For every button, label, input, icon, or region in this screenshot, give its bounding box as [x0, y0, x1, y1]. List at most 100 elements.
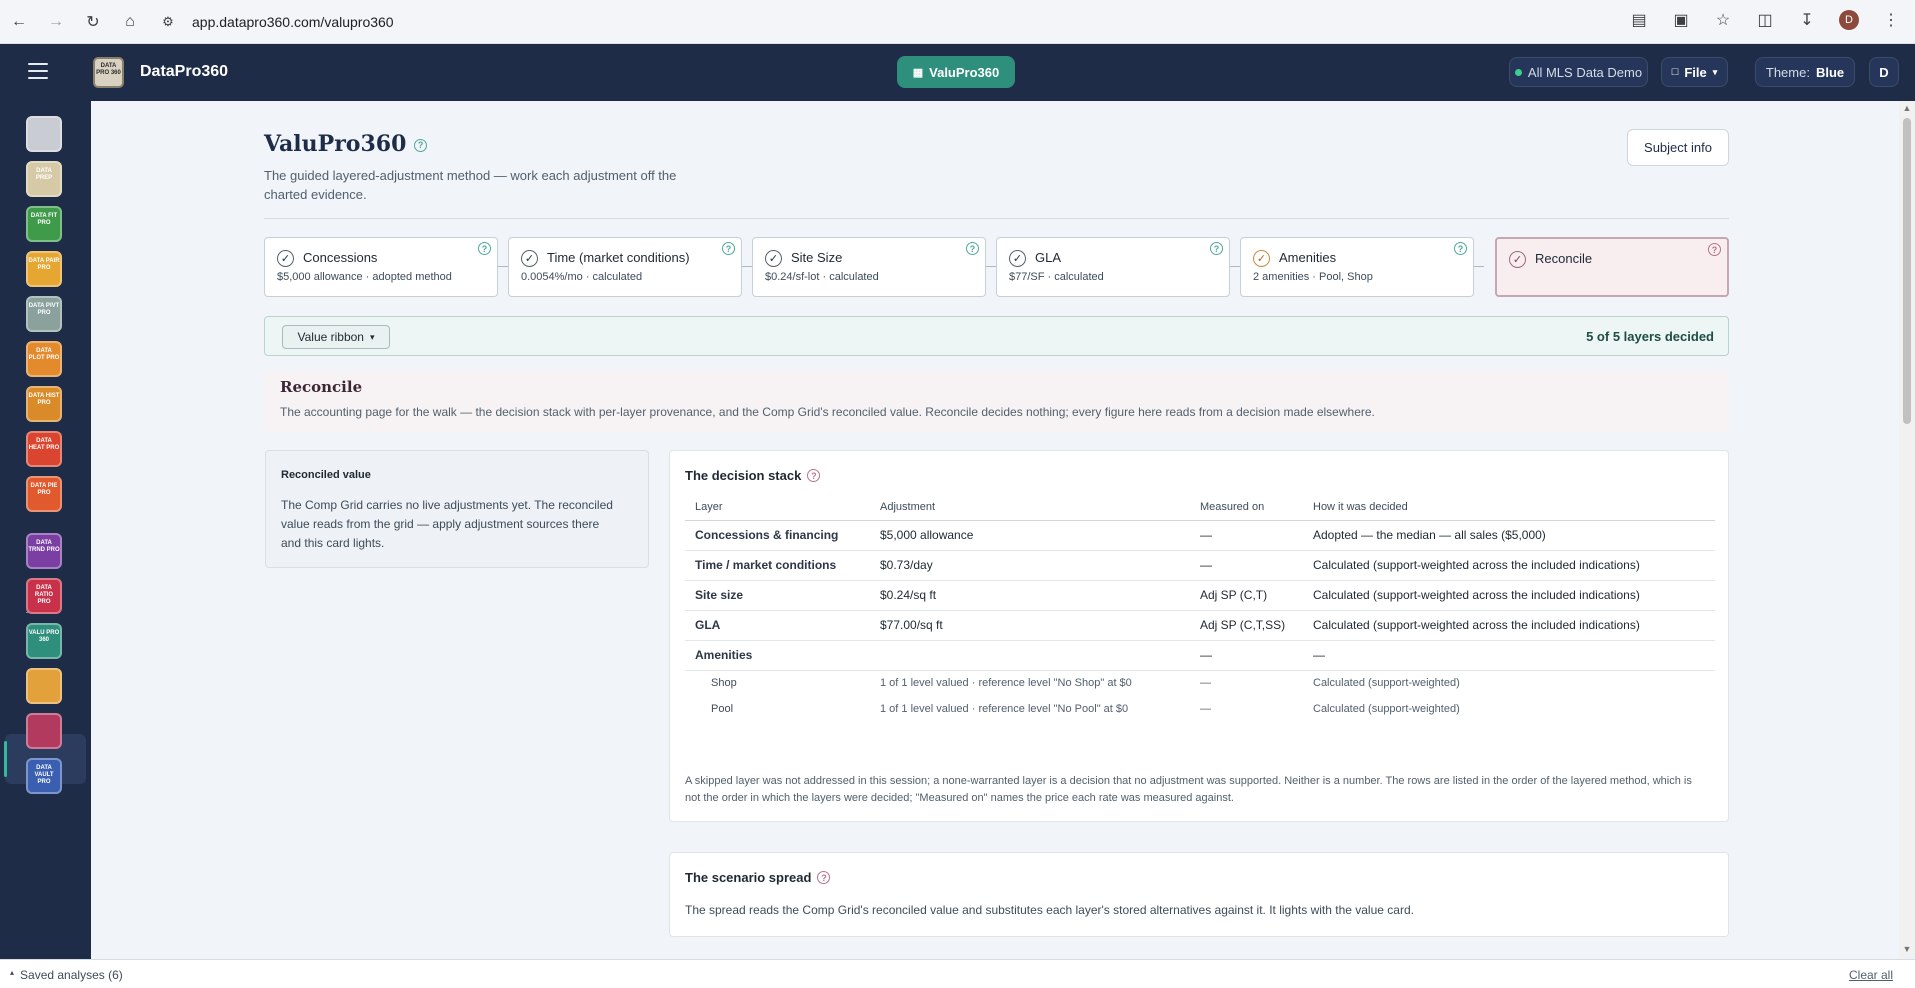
help-icon[interactable]: ?	[807, 469, 821, 482]
reconcile-header: Reconcile The accounting page for the wa…	[264, 371, 1729, 432]
rail-item-data-trnd-pro[interactable]: DATA TRND PRO	[26, 533, 62, 569]
step-title: Concessions	[303, 250, 378, 265]
help-icon[interactable]: ?	[817, 871, 831, 884]
extensions-icon[interactable]: ◫	[1755, 10, 1775, 30]
adjustment-cell: $5,000 allowance	[870, 520, 1190, 551]
layer-cell: Concessions & financing	[685, 520, 870, 551]
bookmark-star-icon[interactable]: ☆	[1713, 10, 1733, 30]
install-app-icon[interactable]: ▣	[1671, 10, 1691, 30]
browser-menu-icon[interactable]: ⋮	[1881, 10, 1901, 30]
reconciled-value-card: Reconciled value The Comp Grid carries n…	[265, 450, 649, 568]
check-icon: ✓	[765, 250, 782, 267]
value-ribbon-label: Value ribbon	[297, 330, 364, 344]
rail-item-data-pair-pro[interactable]: DATA PAIR PRO	[26, 251, 62, 287]
step-amenities[interactable]: ✓ Amenities 2 amenities · Pool, Shop ?	[1240, 237, 1474, 297]
download-icon[interactable]: ↧	[1797, 10, 1817, 30]
adjustment-cell: 1 of 1 level valued · reference level "N…	[880, 677, 1132, 690]
amenity-cell: Shop	[711, 677, 737, 690]
subject-info-button[interactable]: Subject info	[1627, 129, 1729, 166]
rail-item-data-plot-pro[interactable]: DATA PLOT PRO	[26, 341, 62, 377]
step-gla[interactable]: ✓ GLA $77/SF · calculated ?	[996, 237, 1230, 297]
measured-cell: —	[1200, 677, 1211, 690]
help-icon[interactable]: ?	[722, 242, 735, 255]
page-title-text: ValuPro360	[264, 131, 407, 157]
how-decided-cell: Adopted — the median — all sales ($5,000…	[1303, 520, 1715, 551]
url-text[interactable]: app.datapro360.com/valupro360	[192, 14, 394, 30]
browser-profile-avatar[interactable]: D	[1839, 10, 1859, 30]
help-icon[interactable]: ?	[1210, 242, 1223, 255]
rail-item-data-heat-pro[interactable]: DATA HEAT PRO	[26, 431, 62, 467]
clear-all-link[interactable]: Clear all	[1849, 968, 1893, 982]
step-site-size[interactable]: ✓ Site Size $0.24/sf-lot · calculated ?	[752, 237, 986, 297]
value-ribbon-button[interactable]: Value ribbon ▾	[282, 325, 390, 349]
scroll-up-arrow-icon[interactable]: ▲	[1902, 103, 1912, 113]
reconcile-title: Reconcile	[280, 378, 363, 396]
help-icon[interactable]: ?	[478, 242, 491, 255]
current-app-pill[interactable]: ▦ ValuPro360	[897, 56, 1015, 88]
layer-cell: Site size	[685, 580, 870, 611]
help-icon[interactable]: ?	[966, 242, 979, 255]
rail-item-data-prep[interactable]: DATA PREP	[26, 161, 62, 197]
rail-item-data-vault-pro[interactable]: DATA VAULT PRO	[26, 758, 62, 794]
rail-item-data-pivt-pro[interactable]: DATA PIVT PRO	[26, 296, 62, 332]
adjustment-cell: $0.73/day	[870, 550, 1190, 581]
user-avatar[interactable]: D	[1869, 57, 1899, 87]
scrollbar-thumb[interactable]	[1903, 118, 1911, 424]
value-ribbon-bar: Value ribbon ▾ 5 of 5 layers decided	[264, 316, 1729, 356]
table-row: GLA $77.00/sq ft Adj SP (C,T,SS) Calcula…	[685, 610, 1715, 641]
home-icon[interactable]: ⌂	[120, 12, 140, 32]
table-header-row: Layer Adjustment Measured on How it was …	[685, 494, 1715, 521]
page-title: ValuPro360 ?	[264, 131, 428, 157]
table-row: Site size $0.24/sq ft Adj SP (C,T) Calcu…	[685, 580, 1715, 611]
site-settings-icon[interactable]: ⚙	[158, 12, 178, 32]
how-decided-cell: Calculated (support-weighted across the …	[1303, 580, 1715, 611]
saved-analyses-toggle[interactable]: ▴ Saved analyses (6)	[10, 968, 123, 982]
measured-cell: —	[1190, 520, 1303, 551]
decision-stack-title: The decision stack ?	[685, 468, 821, 483]
help-icon[interactable]: ?	[1454, 242, 1467, 255]
vertical-scrollbar[interactable]: ▲ ▼	[1899, 101, 1915, 959]
main-content: ValuPro360 ? The guided layered-adjustme…	[91, 101, 1899, 959]
how-decided-cell: Calculated (support-weighted across the …	[1303, 550, 1715, 581]
document-icon[interactable]: ▤	[1629, 10, 1649, 30]
adjustment-cell	[870, 640, 1190, 671]
layer-cell: Time / market conditions	[685, 550, 870, 581]
step-summary: $0.24/sf-lot · calculated	[765, 271, 879, 283]
amenity-cell: Pool	[711, 703, 734, 715]
rail-item-icon-13[interactable]	[26, 713, 62, 749]
step-concessions[interactable]: ✓ Concessions $5,000 allowance · adopted…	[264, 237, 498, 297]
rail-item-data-fit-pro[interactable]: DATA FIT PRO	[26, 206, 62, 242]
browser-toolbar: ← → ↻ ⌂ ⚙ app.datapro360.com/valupro360 …	[0, 0, 1915, 44]
rail-item-icon-0[interactable]	[26, 116, 62, 152]
address-bar[interactable]: ⚙ app.datapro360.com/valupro360	[158, 7, 394, 37]
rail-item-data-pie-pro[interactable]: DATA PIE PRO	[26, 476, 62, 512]
rail-item-icon-12[interactable]	[26, 668, 62, 704]
chevron-up-icon: ▴	[10, 968, 15, 977]
help-icon[interactable]: ?	[1708, 243, 1721, 256]
column-header: Measured on	[1190, 494, 1303, 521]
rail-item-data-ratio-pro[interactable]: DATA RATIO PRO	[26, 578, 62, 614]
forward-arrow-icon[interactable]: →	[46, 12, 66, 32]
app-header: DATA PRO 360 DataPro360 ▦ ValuPro360 All…	[0, 44, 1915, 101]
check-icon: ✓	[1253, 250, 1270, 267]
decision-stack-title-text: The decision stack	[685, 468, 802, 483]
how-decided-cell: Calculated (support-weighted across the …	[1303, 610, 1715, 641]
hamburger-menu-icon[interactable]	[28, 63, 48, 79]
measured-cell: —	[1200, 703, 1211, 715]
mls-data-button[interactable]: All MLS Data Demo	[1509, 57, 1648, 87]
measured-cell: Adj SP (C,T,SS)	[1190, 610, 1303, 641]
step-time[interactable]: ✓ Time (market conditions) 0.0054%/mo · …	[508, 237, 742, 297]
help-icon[interactable]: ?	[414, 138, 428, 152]
back-arrow-icon[interactable]: ←	[9, 12, 29, 32]
mls-data-label: All MLS Data Demo	[1527, 64, 1643, 80]
rail-item-valu-pro-360[interactable]: VALU PRO 360	[26, 623, 62, 659]
scroll-down-arrow-icon[interactable]: ▼	[1902, 944, 1912, 954]
step-summary: $5,000 allowance · adopted method	[277, 271, 452, 283]
step-reconcile[interactable]: ✓ Reconcile ?	[1495, 237, 1729, 297]
file-menu-button[interactable]: □ File ▾	[1661, 57, 1728, 87]
rail-item-data-hist-pro[interactable]: DATA HIST PRO	[26, 386, 62, 422]
step-connector	[1230, 266, 1240, 267]
check-icon: ✓	[1009, 250, 1026, 267]
reload-icon[interactable]: ↻	[83, 12, 103, 32]
theme-button[interactable]: Theme: Blue	[1755, 57, 1855, 87]
